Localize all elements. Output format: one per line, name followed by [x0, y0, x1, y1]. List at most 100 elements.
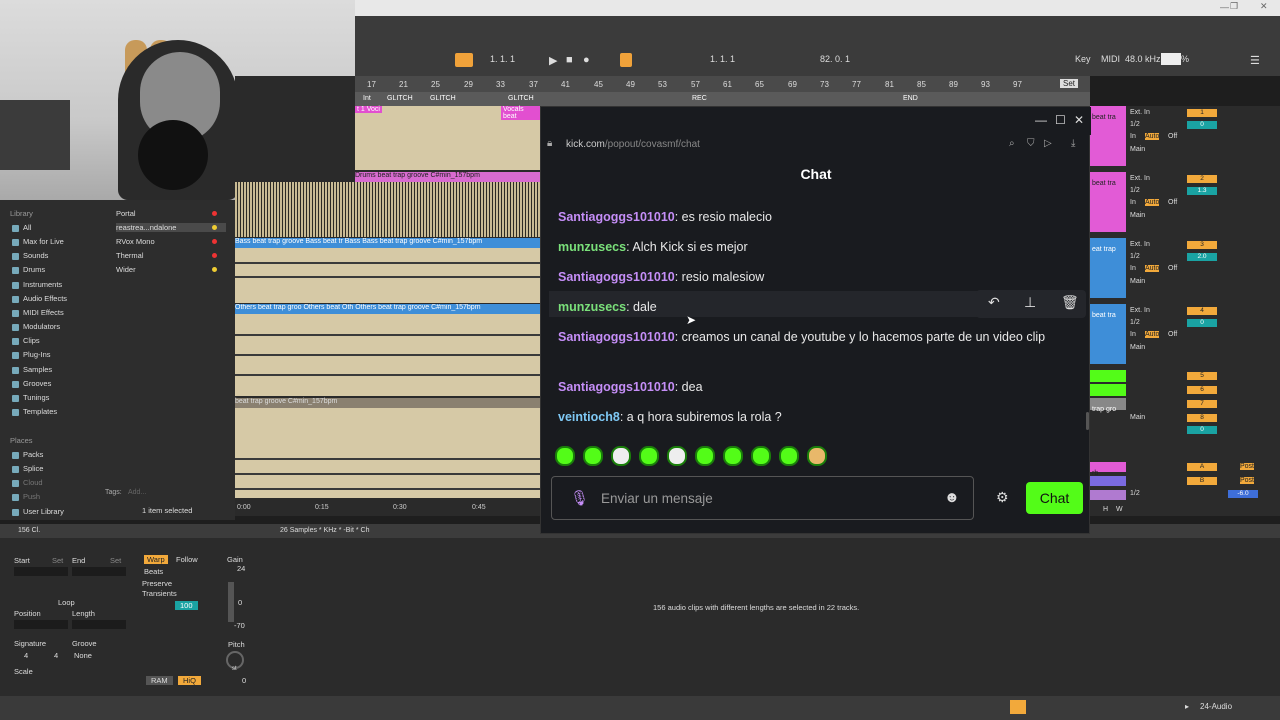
play-icon[interactable]: ▶	[549, 54, 557, 67]
emote-icon[interactable]	[779, 446, 799, 466]
chat-username[interactable]: Santiagoggs101010	[558, 270, 675, 284]
track-header[interactable]: trap gro	[1090, 398, 1126, 413]
track-activator[interactable]: 6	[1187, 386, 1217, 394]
input-channel[interactable]: 1/2	[1130, 490, 1140, 497]
shield-icon[interactable]: ⛉	[1027, 138, 1035, 149]
places-item[interactable]: Cloud	[12, 478, 43, 487]
master-volume[interactable]: -6.0	[1228, 490, 1258, 498]
monitor-off[interactable]: Off	[1168, 133, 1177, 140]
library-item[interactable]: Sounds	[12, 251, 48, 260]
monitor-off[interactable]: Off	[1168, 331, 1177, 338]
plugin-item[interactable]: RVox Mono	[116, 237, 155, 246]
url-bar[interactable]: kick.com/popout/covasmf/chat	[566, 139, 700, 150]
track-header[interactable]: eat trap	[1090, 238, 1126, 298]
library-item[interactable]: Drums	[12, 265, 45, 274]
library-item[interactable]: Templates	[12, 407, 57, 416]
maximize-icon[interactable]: ☐	[1055, 113, 1066, 127]
library-item[interactable]: Modulators	[12, 322, 60, 331]
library-item[interactable]: All	[12, 223, 31, 232]
chat-username[interactable]: munzusecs	[558, 240, 626, 254]
track-header[interactable]: rb	[1090, 462, 1126, 477]
emote-icon[interactable]	[583, 446, 603, 466]
plugin-item[interactable]: Thermal	[116, 251, 144, 260]
chat-username[interactable]: munzusecs	[558, 300, 626, 314]
locator-bar[interactable]: Int GLITCH GLITCH GLITCH REC END	[355, 92, 1090, 106]
input-channel[interactable]: 1/2	[1130, 253, 1140, 260]
emote-icon[interactable]	[667, 446, 687, 466]
set-start-button[interactable]: Set	[52, 556, 63, 565]
output-select[interactable]: Main	[1130, 344, 1145, 351]
library-item[interactable]: Tunings	[12, 393, 49, 402]
w-button[interactable]: W	[1116, 506, 1123, 513]
chat-scrollbar[interactable]	[1086, 412, 1089, 430]
places-item[interactable]: Splice	[12, 464, 43, 473]
loop-start[interactable]: 1. 1. 1	[710, 54, 735, 64]
envelope-value[interactable]: 100	[175, 601, 198, 610]
library-item[interactable]: Samples	[12, 365, 52, 374]
minimize-icon[interactable]: —	[1035, 113, 1047, 127]
others-clip-body[interactable]	[235, 314, 540, 396]
position-field[interactable]	[14, 620, 68, 629]
locator[interactable]: Int	[363, 95, 371, 102]
hiq-button[interactable]: HiQ	[178, 676, 201, 685]
volume-value[interactable]: 0	[1187, 121, 1217, 129]
locator[interactable]: GLITCH	[430, 95, 456, 102]
locator[interactable]: END	[903, 95, 918, 102]
key-map-button[interactable]: Key	[1075, 54, 1091, 64]
set-button[interactable]: Set	[1060, 79, 1079, 88]
others-clip[interactable]: Others beat trap groo Others beat Oth Ot…	[235, 304, 540, 314]
overview-toggle-icon[interactable]	[1010, 700, 1026, 714]
emote-icon[interactable]	[751, 446, 771, 466]
chat-username[interactable]: veintioch8	[558, 410, 620, 424]
volume-value[interactable]: 0	[1187, 426, 1217, 434]
track-activator[interactable]: 8	[1187, 414, 1217, 422]
volume-value[interactable]: 2.0	[1187, 253, 1217, 261]
send-post-button[interactable]: Post	[1240, 477, 1255, 484]
vocals-clip-lane[interactable]: t 1 Voci Vocals beat	[355, 106, 540, 170]
return-activator[interactable]: B	[1187, 477, 1217, 485]
pin-icon[interactable]: ⊥	[1024, 294, 1036, 311]
chat-message-input[interactable]: 🎙︎ Enviar un mensaje ☻	[551, 476, 974, 520]
plugin-item[interactable]: Portal	[116, 209, 136, 218]
monitor-auto[interactable]: Auto	[1145, 133, 1160, 140]
track-activator[interactable]: 3	[1187, 241, 1217, 249]
monitor-auto[interactable]: Auto	[1145, 265, 1160, 272]
input-type[interactable]: Ext. In	[1130, 109, 1150, 116]
library-item[interactable]: Grooves	[12, 379, 51, 388]
library-item[interactable]: Audio Effects	[12, 294, 67, 303]
groove-select[interactable]: None	[74, 651, 92, 660]
chat-message[interactable]: Santiagoggs101010: es resio malecio	[558, 207, 1078, 227]
track-activator[interactable]: 4	[1187, 307, 1217, 315]
loop-button[interactable]: Loop	[58, 598, 75, 607]
signature-denominator[interactable]: 4	[54, 651, 58, 660]
places-item[interactable]: User Library	[12, 507, 64, 516]
volume-value[interactable]: 1.3	[1187, 187, 1217, 195]
locator[interactable]: GLITCH	[387, 95, 413, 102]
track-header[interactable]	[1090, 370, 1126, 382]
follow-button[interactable]: Follow	[176, 555, 198, 564]
library-item[interactable]: Clips	[12, 336, 40, 345]
gain-slider[interactable]	[228, 582, 234, 622]
automation-arm-button[interactable]	[620, 53, 632, 67]
monitor-auto[interactable]: Auto	[1145, 331, 1160, 338]
h-button[interactable]: H	[1103, 506, 1108, 513]
close-icon[interactable]: ✕	[1074, 113, 1084, 127]
chat-message[interactable]: Santiagoggs101010: resio malesiow	[558, 267, 1078, 287]
maximize-icon[interactable]: ❐	[1230, 1, 1238, 12]
length-field[interactable]	[72, 620, 126, 629]
signature-numerator[interactable]: 4	[24, 651, 28, 660]
track-activator[interactable]: 7	[1187, 400, 1217, 408]
send-post-button[interactable]: Post	[1240, 463, 1255, 470]
input-channel[interactable]: 1/2	[1130, 319, 1140, 326]
beat-clip[interactable]: beat trap groove C#min_157bpm	[235, 398, 540, 408]
send-chat-button[interactable]: Chat	[1026, 482, 1083, 514]
track-header[interactable]: beat tra	[1090, 106, 1126, 166]
track-activator[interactable]: 1	[1187, 109, 1217, 117]
end-field[interactable]	[72, 567, 126, 576]
monitor-auto[interactable]: Auto	[1145, 199, 1160, 206]
drums-clip[interactable]: Drums beat trap groove C#min_157bpm	[355, 172, 540, 182]
reply-icon[interactable]: ↶	[988, 294, 1000, 311]
monitor-in[interactable]: In	[1130, 265, 1136, 272]
output-select[interactable]: Main	[1130, 212, 1145, 219]
bass-clip[interactable]: Bass beat trap groove Bass beat tr Bass …	[235, 238, 540, 248]
